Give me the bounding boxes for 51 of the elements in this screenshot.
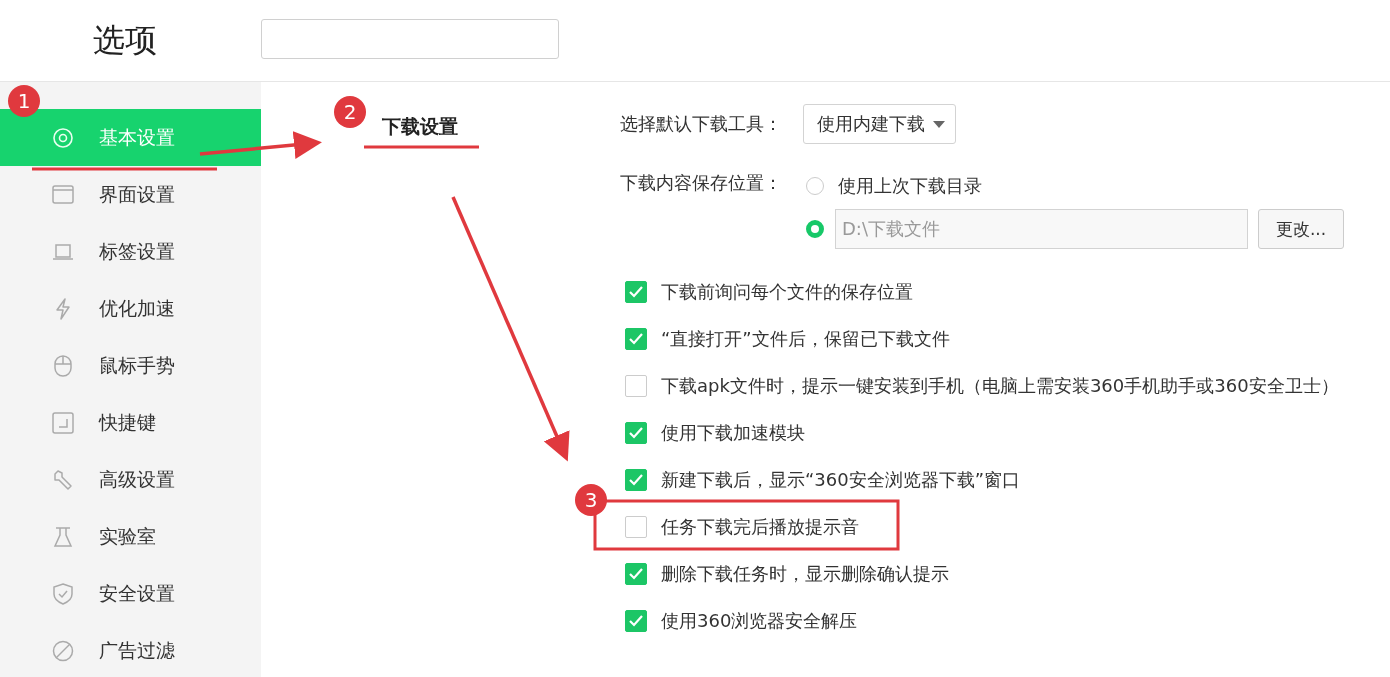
enter-key-icon	[52, 411, 74, 434]
checkbox-label: 新建下载后，显示“360安全浏览器下载”窗口	[661, 467, 1020, 492]
checkmark-icon	[629, 285, 643, 298]
step-number-badge: 2	[334, 96, 366, 128]
mouse-icon	[52, 354, 74, 377]
field-label: 下载内容保存位置：	[620, 171, 783, 195]
checkmark-icon	[629, 614, 643, 627]
checkbox-label: 任务下载完后播放提示音	[661, 514, 859, 539]
sidebar-item[interactable]: 界面设置	[0, 166, 261, 223]
checkbox-label: 使用360浏览器安全解压	[661, 608, 858, 633]
sidebar-item[interactable]: 实验室	[0, 508, 261, 565]
sidebar-item[interactable]: 快捷键	[0, 394, 261, 451]
sidebar-item[interactable]: 鼠标手势	[0, 337, 261, 394]
checkbox[interactable]	[625, 327, 647, 350]
checkbox[interactable]	[625, 374, 647, 397]
step-number-badge: 1	[8, 85, 40, 117]
checkmark-icon	[629, 332, 643, 345]
checkbox-label: 使用下载加速模块	[661, 420, 805, 445]
sidebar-item[interactable]: 高级设置	[0, 451, 261, 508]
change-button[interactable]: 更改...	[1258, 209, 1344, 249]
window-icon	[52, 183, 74, 206]
shield-icon	[52, 582, 74, 605]
checkbox[interactable]	[625, 468, 647, 491]
checkbox-label: 删除下载任务时，显示删除确认提示	[661, 561, 949, 586]
window-title: 选项	[93, 19, 158, 61]
wrench-icon	[52, 468, 74, 491]
caret-icon	[933, 120, 945, 128]
sidebar-item[interactable]: 标签设置	[0, 223, 261, 280]
checkbox-label: 下载apk文件时，提示一键安装到手机（电脑上需安装360手机助手或360安全卫士）	[661, 373, 1339, 398]
radio-label: 使用上次下载目录	[838, 174, 982, 198]
checkbox[interactable]	[625, 280, 647, 303]
checkbox[interactable]	[625, 515, 647, 538]
sidebar-item[interactable]: 广告过滤	[0, 622, 261, 677]
search-field[interactable]	[261, 18, 559, 59]
checkbox[interactable]	[625, 562, 647, 585]
checkbox-label: 下载前询问每个文件的保存位置	[661, 279, 913, 304]
checkbox-label: “直接打开”文件后，保留已下载文件	[661, 326, 950, 351]
checkmark-icon	[629, 473, 643, 486]
radio-button[interactable]	[806, 220, 824, 238]
flask-icon	[52, 525, 74, 548]
download-tool-dropdown[interactable]: 使用内建下载	[803, 104, 956, 144]
field-label: 选择默认下载工具：	[620, 112, 783, 136]
checkbox[interactable]	[625, 609, 647, 632]
checkmark-icon	[629, 426, 643, 439]
sidebar-item[interactable]: 安全设置	[0, 565, 261, 622]
tab[interactable]: 下载设置	[382, 112, 458, 142]
sidebar-item[interactable]: 优化加速	[0, 280, 261, 337]
checkbox[interactable]	[625, 421, 647, 444]
checkmark-icon	[629, 567, 643, 580]
step-number-badge: 3	[575, 484, 607, 516]
block-icon	[52, 639, 74, 662]
